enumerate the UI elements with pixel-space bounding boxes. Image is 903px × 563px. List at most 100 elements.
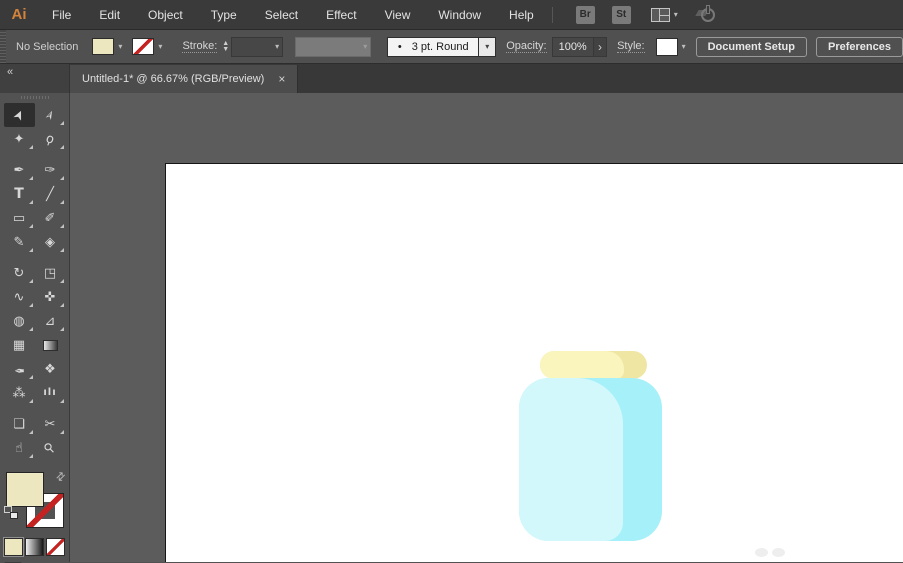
perspective-grid-tool[interactable]: ⊿: [35, 309, 66, 333]
artboard-tool[interactable]: ❏: [4, 412, 35, 436]
lasso-icon: ϙ: [43, 130, 57, 148]
none-slash-icon: [133, 39, 154, 54]
flyout-triangle-icon: [59, 327, 64, 331]
workspace-switcher[interactable]: ▾: [650, 7, 678, 22]
stock-button[interactable]: St: [611, 5, 631, 24]
fill-indicator[interactable]: [5, 472, 44, 507]
menu-item-edit[interactable]: Edit: [85, 0, 134, 30]
menu-item-object[interactable]: Object: [134, 0, 197, 30]
pasteboard[interactable]: [70, 93, 903, 562]
column-graph-tool[interactable]: ılı: [35, 381, 66, 405]
workspace-layout-icon: [650, 7, 670, 22]
none-slash-icon: [47, 539, 65, 555]
stroke-weight-label[interactable]: Stroke:: [182, 40, 218, 53]
zoom-tool[interactable]: ⚲: [35, 436, 66, 460]
jar-lid-artwork[interactable]: [540, 351, 647, 379]
tool-panel-grip[interactable]: [20, 96, 49, 99]
fill-stroke-indicator: ⇄: [3, 469, 69, 532]
magic-wand-icon: ✦: [13, 131, 25, 147]
menu-item-type[interactable]: Type: [197, 0, 251, 30]
artboard[interactable]: [165, 163, 903, 562]
selection-tool[interactable]: ➤: [3, 103, 35, 127]
menu-item-file[interactable]: File: [38, 0, 85, 30]
document-tab[interactable]: Untitled-1* @ 66.67% (RGB/Preview) ×: [70, 65, 299, 93]
menu-item-help[interactable]: Help: [495, 0, 548, 30]
type-tool[interactable]: T: [4, 182, 35, 206]
pencil-tool[interactable]: ✎: [4, 230, 35, 254]
rectangle-tool[interactable]: ▭: [4, 206, 35, 230]
bridge-button[interactable]: Br: [575, 5, 595, 24]
menu-item-select[interactable]: Select: [251, 0, 312, 30]
menu-item-window[interactable]: Window: [424, 0, 495, 30]
close-tab-icon[interactable]: ×: [278, 72, 285, 86]
mesh-tool[interactable]: ▦: [4, 333, 35, 357]
jar-body-artwork[interactable]: [519, 378, 662, 541]
selection-status: No Selection: [16, 40, 79, 53]
opacity-input[interactable]: 100%: [551, 36, 595, 57]
rotate-tool[interactable]: ↻: [4, 261, 35, 285]
tool-panel: ➤➢✦ϙ✒✑T╱▭✐✎◈↻◳∿✜◍⊿▦✒❖⁂ılı❏✂☝⚲ ⇄ ◎: [0, 93, 70, 563]
chevron-down-icon[interactable]: ▾: [158, 42, 162, 51]
flyout-triangle-icon: [59, 303, 64, 307]
stepper-down-icon[interactable]: ▼: [222, 46, 229, 53]
chevron-down-icon[interactable]: ▾: [118, 42, 122, 51]
collapse-panel-button[interactable]: «: [7, 66, 13, 78]
fill-color-control[interactable]: ▾: [92, 38, 122, 55]
eyedropper-tool[interactable]: ✒: [4, 357, 35, 381]
magic-wand-tool[interactable]: ✦: [4, 127, 35, 151]
flyout-triangle-icon: [59, 145, 64, 149]
hand-tool[interactable]: ☝: [4, 436, 35, 460]
panel-grip[interactable]: [0, 30, 7, 63]
hand-icon: ☝: [15, 440, 23, 456]
menu-item-view[interactable]: View: [371, 0, 425, 30]
flyout-triangle-icon: [59, 399, 64, 403]
stroke-color-control[interactable]: ▾: [132, 38, 162, 55]
scale-tool[interactable]: ◳: [35, 261, 66, 285]
brush-definition-value[interactable]: • 3 pt. Round: [387, 36, 480, 57]
lasso-tool[interactable]: ϙ: [35, 127, 66, 151]
menu: File Edit Object Type Select Effect View Window…: [38, 0, 548, 30]
menu-item-effect[interactable]: Effect: [312, 0, 370, 30]
symbol-sprayer-tool[interactable]: ⁂: [4, 381, 35, 405]
paintbrush-tool[interactable]: ✐: [35, 206, 66, 230]
brush-dropdown-button[interactable]: ▾: [479, 36, 497, 57]
direct-selection-tool[interactable]: ➢: [35, 103, 66, 127]
eyedropper-icon: ✒: [13, 361, 25, 377]
stroke-weight-dropdown[interactable]: ▾: [231, 36, 284, 57]
jar-body-highlight-shape[interactable]: [519, 378, 623, 541]
chevron-down-icon: ▾: [275, 42, 280, 51]
none-mode-button[interactable]: [46, 538, 66, 556]
pen-tool[interactable]: ✒: [4, 158, 35, 182]
preferences-button[interactable]: Preferences: [816, 36, 903, 57]
color-mode-button[interactable]: [2, 537, 24, 557]
flyout-triangle-icon: [28, 303, 33, 307]
gradient-mode-button[interactable]: [24, 538, 45, 556]
width-tool[interactable]: ∿: [4, 285, 35, 309]
jar-lid-highlight-shape[interactable]: [540, 351, 624, 379]
swap-fill-stroke-icon[interactable]: ⇄: [53, 469, 69, 484]
rotate-icon: ↻: [13, 265, 25, 281]
gradient-tool[interactable]: [35, 333, 66, 357]
brush-definition-control[interactable]: • 3 pt. Round ▾: [387, 36, 497, 57]
graphic-style-control[interactable]: ▾: [650, 37, 686, 56]
puppet-warp-tool[interactable]: ✜: [35, 285, 66, 309]
document-setup-button[interactable]: Document Setup: [695, 36, 807, 57]
fill-swatch[interactable]: [92, 38, 115, 55]
rectangle-icon: ▭: [12, 210, 26, 226]
opacity-label[interactable]: Opacity:: [506, 40, 547, 53]
chevron-down-icon[interactable]: ▾: [682, 42, 686, 51]
style-swatch[interactable]: [655, 37, 678, 56]
opacity-arrow-button[interactable]: ›: [594, 36, 608, 57]
symbol-sprayer-icon: ⁂: [12, 385, 26, 401]
stroke-weight-stepper[interactable]: ▲ ▼: [222, 40, 229, 53]
style-label[interactable]: Style:: [617, 40, 645, 53]
curvature-tool[interactable]: ✑: [35, 158, 66, 182]
default-fill-stroke-icon[interactable]: [3, 506, 18, 519]
stroke-none-swatch[interactable]: [132, 38, 155, 55]
eraser-tool[interactable]: ◈: [35, 230, 66, 254]
width-icon: ∿: [13, 289, 25, 305]
slice-tool[interactable]: ✂: [35, 412, 66, 436]
blend-tool[interactable]: ❖: [35, 357, 66, 381]
shape-builder-tool[interactable]: ◍: [4, 309, 35, 333]
line-segment-tool[interactable]: ╱: [35, 182, 66, 206]
